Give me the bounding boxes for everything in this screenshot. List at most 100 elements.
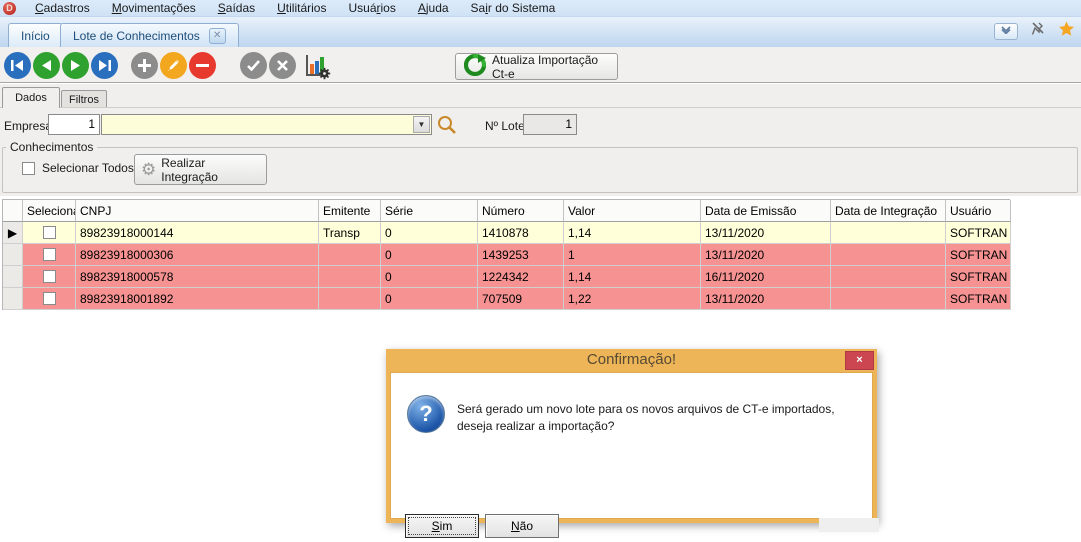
conhecimentos-grid: Selecionar CNPJ Emitente Série Número Va… bbox=[2, 199, 1011, 310]
cell-valor[interactable]: 1 bbox=[564, 244, 701, 266]
menu-bar: D Cadastros Movimentações Saídas Utilitá… bbox=[0, 0, 1081, 17]
atualiza-importacao-button[interactable]: Atualiza Importação Ct-e bbox=[455, 53, 618, 81]
document-tab-strip: Início Lote de Conhecimentos ✕ bbox=[0, 17, 1081, 47]
table-row-select[interactable] bbox=[23, 222, 76, 244]
tab-filtros[interactable]: Filtros bbox=[61, 90, 107, 108]
search-icon[interactable] bbox=[436, 114, 458, 136]
dialog-close-icon[interactable]: × bbox=[845, 351, 874, 370]
column-header-valor[interactable]: Valor bbox=[564, 200, 701, 222]
cell-numero[interactable]: 1224342 bbox=[478, 266, 564, 288]
cell-numero[interactable]: 1410878 bbox=[478, 222, 564, 244]
cell-integracao[interactable] bbox=[831, 288, 946, 310]
cell-integracao[interactable] bbox=[831, 222, 946, 244]
row-checkbox[interactable] bbox=[42, 248, 56, 261]
column-header-serie[interactable]: Série bbox=[381, 200, 478, 222]
cell-emitente[interactable] bbox=[319, 266, 381, 288]
first-record-button[interactable] bbox=[4, 52, 31, 79]
delete-record-button[interactable] bbox=[189, 52, 216, 79]
cell-usuario[interactable]: SOFTRAN bbox=[946, 266, 1011, 288]
nao-button[interactable]: Não bbox=[485, 514, 559, 538]
cell-usuario[interactable]: SOFTRAN bbox=[946, 288, 1011, 310]
realizar-integracao-label: Realizar Integração bbox=[161, 155, 218, 184]
page-divider bbox=[0, 107, 1081, 108]
column-header-indicator bbox=[3, 200, 23, 222]
cell-usuario[interactable]: SOFTRAN bbox=[946, 244, 1011, 266]
cell-cnpj[interactable]: 89823918001892 bbox=[76, 288, 319, 310]
cell-integracao[interactable] bbox=[831, 244, 946, 266]
app-logo-icon: D bbox=[3, 1, 16, 15]
table-row-select[interactable] bbox=[23, 288, 76, 310]
selecionar-todos-checkbox[interactable] bbox=[22, 161, 35, 175]
column-header-cnpj[interactable]: CNPJ bbox=[76, 200, 319, 222]
confirm-button[interactable] bbox=[240, 52, 267, 79]
tab-inicio[interactable]: Início bbox=[8, 23, 63, 47]
empresa-input[interactable]: 1 bbox=[48, 114, 100, 135]
menu-item-saidas[interactable]: Saídas bbox=[207, 0, 266, 17]
cell-usuario[interactable]: SOFTRAN bbox=[946, 222, 1011, 244]
cell-cnpj[interactable]: 89823918000144 bbox=[76, 222, 319, 244]
tab-close-icon[interactable]: ✕ bbox=[208, 27, 226, 44]
add-record-button[interactable] bbox=[131, 52, 158, 79]
row-checkbox[interactable] bbox=[42, 226, 56, 239]
dialog-body: ? Será gerado um novo lote para os novos… bbox=[390, 372, 879, 538]
row-checkbox[interactable] bbox=[42, 292, 56, 305]
cell-emissao[interactable]: 16/11/2020 bbox=[701, 266, 831, 288]
next-record-button[interactable] bbox=[62, 52, 89, 79]
question-icon: ? bbox=[407, 395, 445, 433]
selecionar-todos-label: Selecionar Todos bbox=[42, 161, 134, 175]
previous-record-button[interactable] bbox=[33, 52, 60, 79]
cell-serie[interactable]: 0 bbox=[381, 244, 478, 266]
empresa-combo[interactable]: ▼ bbox=[101, 114, 432, 135]
cell-emitente[interactable]: Transp bbox=[319, 222, 381, 244]
sim-button[interactable]: Sim bbox=[405, 514, 479, 538]
cell-emitente[interactable] bbox=[319, 288, 381, 310]
cell-serie[interactable]: 0 bbox=[381, 288, 478, 310]
cell-emissao[interactable]: 13/11/2020 bbox=[701, 222, 831, 244]
lote-input[interactable]: 1 bbox=[523, 114, 577, 135]
cell-serie[interactable]: 0 bbox=[381, 222, 478, 244]
menu-item-movimentacoes[interactable]: Movimentações bbox=[101, 0, 207, 17]
cell-valor[interactable]: 1,14 bbox=[564, 222, 701, 244]
combo-dropdown-icon[interactable]: ▼ bbox=[413, 116, 430, 133]
cell-cnpj[interactable]: 89823918000306 bbox=[76, 244, 319, 266]
tab-lote-de-conhecimentos[interactable]: Lote de Conhecimentos ✕ bbox=[60, 23, 239, 47]
menu-item-sair-do-sistema[interactable]: Sair do Sistema bbox=[460, 0, 567, 17]
cell-emissao[interactable]: 13/11/2020 bbox=[701, 244, 831, 266]
table-row-select[interactable] bbox=[23, 266, 76, 288]
cell-integracao[interactable] bbox=[831, 266, 946, 288]
menu-item-utilitarios[interactable]: Utilitários bbox=[266, 0, 337, 17]
column-header-data-emissao[interactable]: Data de Emissão bbox=[701, 200, 831, 222]
column-header-numero[interactable]: Número bbox=[478, 200, 564, 222]
cell-numero[interactable]: 707509 bbox=[478, 288, 564, 310]
chevron-down-icon[interactable] bbox=[994, 23, 1018, 40]
menu-item-ajuda[interactable]: Ajuda bbox=[407, 0, 460, 17]
dialog-title: Confirmação! bbox=[586, 351, 677, 368]
cell-serie[interactable]: 0 bbox=[381, 266, 478, 288]
empresa-label: Empresa bbox=[4, 119, 53, 133]
column-header-selecionar[interactable]: Selecionar bbox=[23, 200, 76, 222]
lote-label: Nº Lote bbox=[485, 119, 525, 133]
cancel-button[interactable] bbox=[269, 52, 296, 79]
column-header-emitente[interactable]: Emitente bbox=[319, 200, 381, 222]
menu-item-usuarios[interactable]: Usuários bbox=[337, 0, 406, 17]
cell-cnpj[interactable]: 89823918000578 bbox=[76, 266, 319, 288]
cell-valor[interactable]: 1,14 bbox=[564, 266, 701, 288]
cell-numero[interactable]: 1439253 bbox=[478, 244, 564, 266]
cell-emissao[interactable]: 13/11/2020 bbox=[701, 288, 831, 310]
last-record-button[interactable] bbox=[91, 52, 118, 79]
cell-emitente[interactable] bbox=[319, 244, 381, 266]
report-chart-icon[interactable] bbox=[303, 52, 331, 80]
refresh-icon bbox=[463, 53, 487, 79]
cell-valor[interactable]: 1,22 bbox=[564, 288, 701, 310]
row-checkbox[interactable] bbox=[42, 270, 56, 283]
favorite-star-icon[interactable] bbox=[1058, 21, 1075, 42]
menu-item-cadastros[interactable]: Cadastros bbox=[24, 0, 101, 17]
column-header-data-integracao[interactable]: Data de Integração bbox=[831, 200, 946, 222]
realizar-integracao-button[interactable]: ⚙ Realizar Integração bbox=[134, 154, 267, 185]
column-header-usuario[interactable]: Usuário bbox=[946, 200, 1011, 222]
pin-slash-icon[interactable] bbox=[1030, 21, 1046, 42]
edit-record-button[interactable] bbox=[160, 52, 187, 79]
application-window: D Cadastros Movimentações Saídas Utilitá… bbox=[0, 0, 1081, 542]
tab-dados[interactable]: Dados bbox=[2, 87, 60, 108]
table-row-select[interactable] bbox=[23, 244, 76, 266]
